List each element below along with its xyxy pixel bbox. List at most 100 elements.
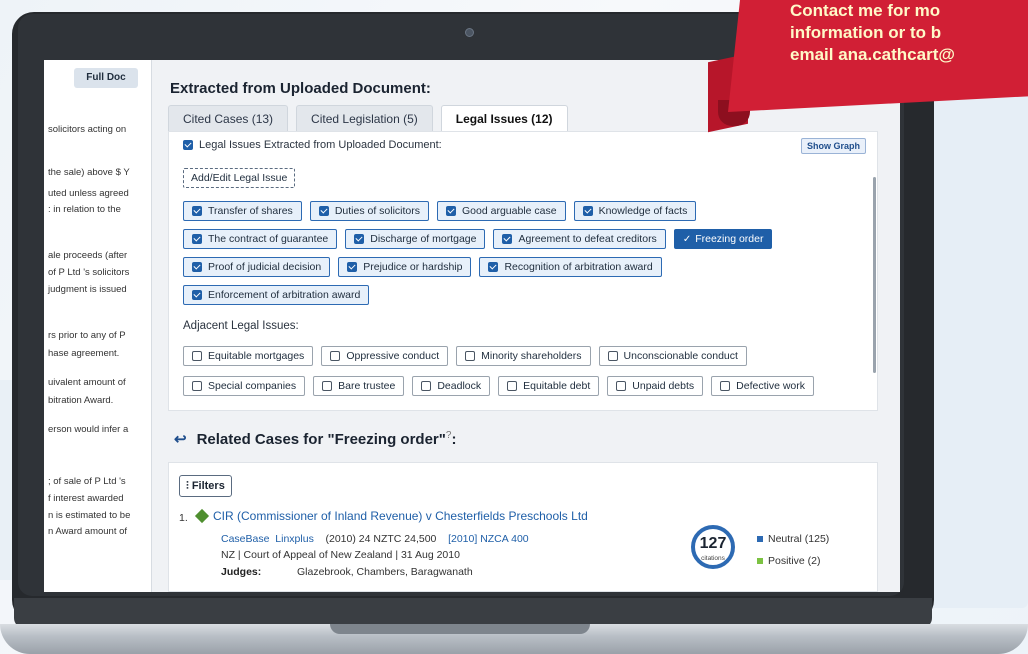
contact-ribbon-text: Contact me for mo information or to b em…	[790, 0, 955, 66]
app-screen: Full Doc solicitors acting on the sale) …	[44, 60, 900, 592]
adjacent-issue-chip[interactable]: Oppressive conduct	[321, 346, 449, 366]
adjacent-issue-chip[interactable]: Deadlock	[412, 376, 491, 396]
tab-legal-issues[interactable]: Legal Issues (12)	[440, 105, 568, 131]
adjacent-issue-chip[interactable]: Equitable mortgages	[183, 346, 314, 366]
issue-chip-label: Recognition of arbitration award	[504, 261, 653, 273]
issue-chip-label: Minority shareholders	[481, 350, 582, 362]
adjacent-issue-chip[interactable]: Unconscionable conduct	[598, 346, 747, 366]
issue-chip[interactable]: Agreement to defeat creditors	[493, 229, 666, 249]
neutral-citation-link[interactable]: [2010] NZCA 400	[448, 533, 529, 545]
main-content: Extracted from Uploaded Document: Cited …	[168, 60, 900, 592]
casebase-link[interactable]: CaseBase	[221, 533, 269, 545]
legal-issues-panel: Legal Issues Extracted from Uploaded Doc…	[168, 131, 878, 411]
checkbox-checked-icon	[347, 262, 358, 273]
selected-issues-row: Proof of judicial decision Prejudice or …	[183, 257, 662, 277]
doc-text-line: : in relation to the	[48, 204, 121, 215]
checkbox-checked-icon	[192, 262, 202, 273]
citations-badge[interactable]: 127 citations	[691, 525, 735, 569]
doc-text-line: hase agreement.	[48, 348, 120, 359]
issue-chip[interactable]: Knowledge of facts	[573, 201, 697, 221]
case-number: 1.	[179, 512, 188, 524]
issue-chip[interactable]: The contract of guarantee	[183, 229, 338, 249]
case-status-diamond-icon	[194, 508, 210, 524]
legend-swatch	[757, 558, 763, 565]
adjacent-issue-chip[interactable]: Minority shareholders	[456, 346, 591, 366]
webcam-icon	[465, 28, 474, 37]
issue-chip[interactable]: Transfer of shares	[183, 201, 302, 221]
tab-cited-cases[interactable]: Cited Cases (13)	[168, 105, 289, 131]
doc-text-line: judgment is issued	[48, 284, 127, 295]
issue-chip-label: Deadlock	[437, 380, 482, 392]
checkbox-unchecked-icon	[616, 381, 627, 392]
issue-chip-label: Oppressive conduct	[346, 350, 440, 362]
checkbox-checked-icon	[192, 290, 202, 301]
ribbon-line: information or to b	[790, 23, 942, 42]
adjacent-issue-chip[interactable]: Bare trustee	[313, 376, 405, 396]
doc-text-line: n Award amount of	[48, 526, 128, 537]
ribbon-line: Contact me for mo	[790, 1, 941, 20]
issue-chip[interactable]: Recognition of arbitration award	[479, 257, 662, 277]
doc-text-line: rs prior to any of P	[48, 330, 126, 341]
checkbox-checked-icon	[446, 206, 457, 217]
issue-chip[interactable]: Enforcement of arbitration award	[183, 285, 370, 305]
case-citation-line: CaseBase Linxplus (2010) 24 NZTC 24,500 …	[221, 533, 529, 545]
judges-value: Glazebrook, Chambers, Baragwanath	[297, 566, 473, 578]
issue-chip-active[interactable]: ✓ Freezing order	[673, 229, 773, 249]
issue-chip[interactable]: Good arguable case	[437, 201, 566, 221]
checkbox-unchecked-icon	[192, 351, 202, 362]
issue-chip-label: Good arguable case	[462, 205, 557, 217]
issue-chip[interactable]: Proof of judicial decision	[183, 257, 331, 277]
issue-chip-label: Special companies	[208, 380, 297, 392]
checkbox-checked-icon	[502, 234, 513, 245]
related-cases-colon: :	[451, 431, 457, 448]
return-arrow-icon[interactable]: ↩	[174, 431, 187, 448]
citation-legend-neutral: Neutral (125)	[757, 533, 829, 545]
extracted-issues-toggle[interactable]: Legal Issues Extracted from Uploaded Doc…	[183, 139, 442, 151]
doc-text-line: uivalent amount of	[48, 377, 126, 388]
show-graph-button[interactable]: Show Graph	[801, 138, 867, 154]
legend-swatch	[757, 536, 763, 543]
add-edit-legal-issue-button[interactable]: Add/Edit Legal Issue	[183, 168, 296, 188]
issue-chip[interactable]: Duties of solicitors	[309, 201, 430, 221]
adjacent-issue-chip[interactable]: Unpaid debts	[607, 376, 704, 396]
doc-text-line: solicitors acting on	[48, 124, 127, 135]
checkbox-unchecked-icon	[507, 381, 518, 392]
related-cases-panel: ⫶ Filters 1. CIR (Commissioner of Inland…	[168, 462, 878, 592]
issues-scrollbar[interactable]	[873, 177, 876, 373]
doc-text-line: erson would infer a	[48, 424, 129, 435]
document-pane[interactable]: Full Doc solicitors acting on the sale) …	[44, 60, 152, 592]
doc-text-line: n is estimated to be	[48, 510, 131, 521]
doc-text-line: uted unless agreed	[48, 188, 129, 199]
adjacent-issues-label: Adjacent Legal Issues:	[183, 320, 299, 332]
checkbox-checked-icon	[192, 206, 202, 217]
adjacent-issue-chip[interactable]: Equitable debt	[498, 376, 600, 396]
adjacent-issue-chip[interactable]: Defective work	[711, 376, 815, 396]
case-court-line: NZ | Court of Appeal of New Zealand | 31…	[221, 549, 460, 561]
linxplus-link[interactable]: Linxplus	[275, 533, 314, 545]
legend-label: Positive (2)	[768, 555, 821, 567]
issue-chip-label: Defective work	[736, 380, 806, 392]
selected-issues-row: The contract of guarantee Discharge of m…	[183, 229, 773, 249]
extracted-issues-label: Legal Issues Extracted from Uploaded Doc…	[199, 139, 442, 151]
checkbox-checked-icon[interactable]	[183, 140, 193, 151]
case-title-link[interactable]: CIR (Commissioner of Inland Revenue) v C…	[213, 509, 588, 523]
issue-chip[interactable]: Discharge of mortgage	[345, 229, 486, 249]
issue-chip[interactable]: Prejudice or hardship	[338, 257, 472, 277]
checkbox-unchecked-icon	[330, 351, 341, 362]
judges-label: Judges:	[221, 566, 262, 578]
issue-chip-label: Unpaid debts	[632, 380, 695, 392]
extracted-heading: Extracted from Uploaded Document:	[170, 80, 431, 97]
doc-text-line: f interest awarded	[48, 493, 124, 504]
tab-cited-legislation[interactable]: Cited Legislation (5)	[296, 105, 433, 131]
selected-issues-row: Enforcement of arbitration award	[183, 285, 370, 305]
issue-chip-label: Prejudice or hardship	[363, 261, 463, 273]
checkbox-checked-icon	[192, 234, 202, 245]
issue-chip-label: Unconscionable conduct	[623, 350, 738, 362]
filters-label: Filters	[191, 480, 225, 492]
checkbox-unchecked-icon	[421, 381, 432, 392]
full-doc-button[interactable]: Full Doc	[74, 68, 138, 88]
filters-button[interactable]: ⫶ Filters	[179, 475, 232, 497]
related-cases-heading: ↩ Related Cases for "Freezing order"?:	[174, 430, 456, 448]
issue-chip-label: The contract of guarantee	[208, 233, 329, 245]
adjacent-issue-chip[interactable]: Special companies	[183, 376, 306, 396]
